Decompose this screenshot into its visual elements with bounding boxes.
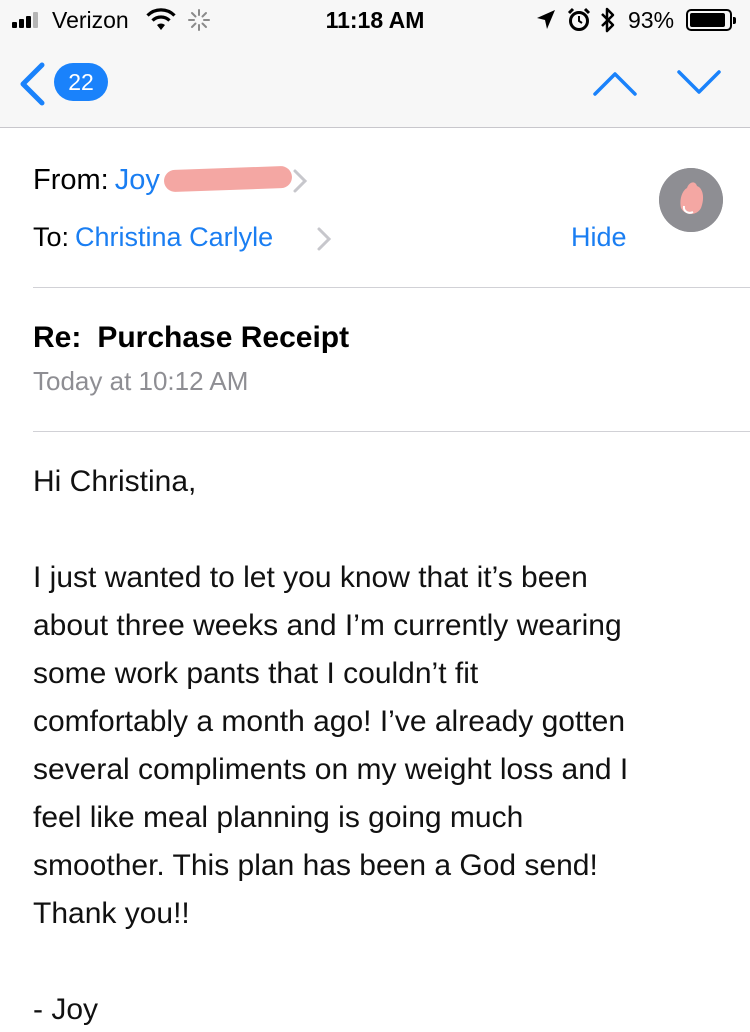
signature: - Joy xyxy=(33,993,99,1026)
battery-fill xyxy=(690,13,726,27)
next-message-icon[interactable] xyxy=(676,66,722,103)
top-bar: Verizon 11:18 AM 93% 22 xyxy=(0,0,750,128)
alarm-icon xyxy=(566,7,592,39)
body-line: about three weeks and I’m currently wear… xyxy=(33,609,622,642)
body-line: I just wanted to let you know that it’s … xyxy=(33,561,588,594)
to-row[interactable]: To: Christina Carlyle xyxy=(33,222,273,253)
message-date: Today at 10:12 AM xyxy=(33,366,249,396)
subject-prefix: Re: xyxy=(33,321,82,354)
greeting: Hi Christina, xyxy=(33,465,197,498)
back-chevron-icon[interactable] xyxy=(16,62,48,106)
battery-icon xyxy=(686,9,736,31)
body-line: Thank you!! xyxy=(33,897,190,930)
recipient-name[interactable]: Christina Carlyle xyxy=(75,222,273,252)
to-label: To: xyxy=(33,222,70,252)
hide-details-button[interactable]: Hide xyxy=(571,222,627,253)
battery-percent: 93% xyxy=(628,7,675,33)
body-line: some work pants that I couldn’t fit xyxy=(33,657,479,690)
redaction-mark xyxy=(163,165,293,193)
header-divider xyxy=(33,287,750,288)
location-arrow-icon xyxy=(535,8,557,38)
subject-text: Purchase Receipt xyxy=(97,321,350,354)
body-line: comfortably a month ago! I’ve already go… xyxy=(33,705,626,738)
body-line: feel like meal planning is going much xyxy=(33,801,524,834)
bluetooth-icon xyxy=(598,6,618,40)
from-row[interactable]: From: Joy xyxy=(33,164,160,197)
subject-line: Re: Purchase Receipt xyxy=(33,321,349,355)
from-label: From: xyxy=(33,164,109,196)
subject-divider xyxy=(33,431,750,432)
message-body: Hi Christina, I just wanted to let you k… xyxy=(33,458,733,1032)
body-line: smoother. This plan has been a God send! xyxy=(33,849,598,882)
sender-avatar[interactable] xyxy=(659,168,723,232)
unread-count-badge[interactable]: 22 xyxy=(54,63,108,101)
sender-name[interactable]: Joy xyxy=(115,164,160,196)
recipient-chevron-icon[interactable] xyxy=(316,226,332,257)
previous-message-icon[interactable] xyxy=(592,66,638,103)
body-line: several compliments on my weight loss an… xyxy=(33,753,629,786)
sender-chevron-icon[interactable] xyxy=(292,168,308,199)
status-bar: Verizon 11:18 AM 93% xyxy=(0,0,750,40)
